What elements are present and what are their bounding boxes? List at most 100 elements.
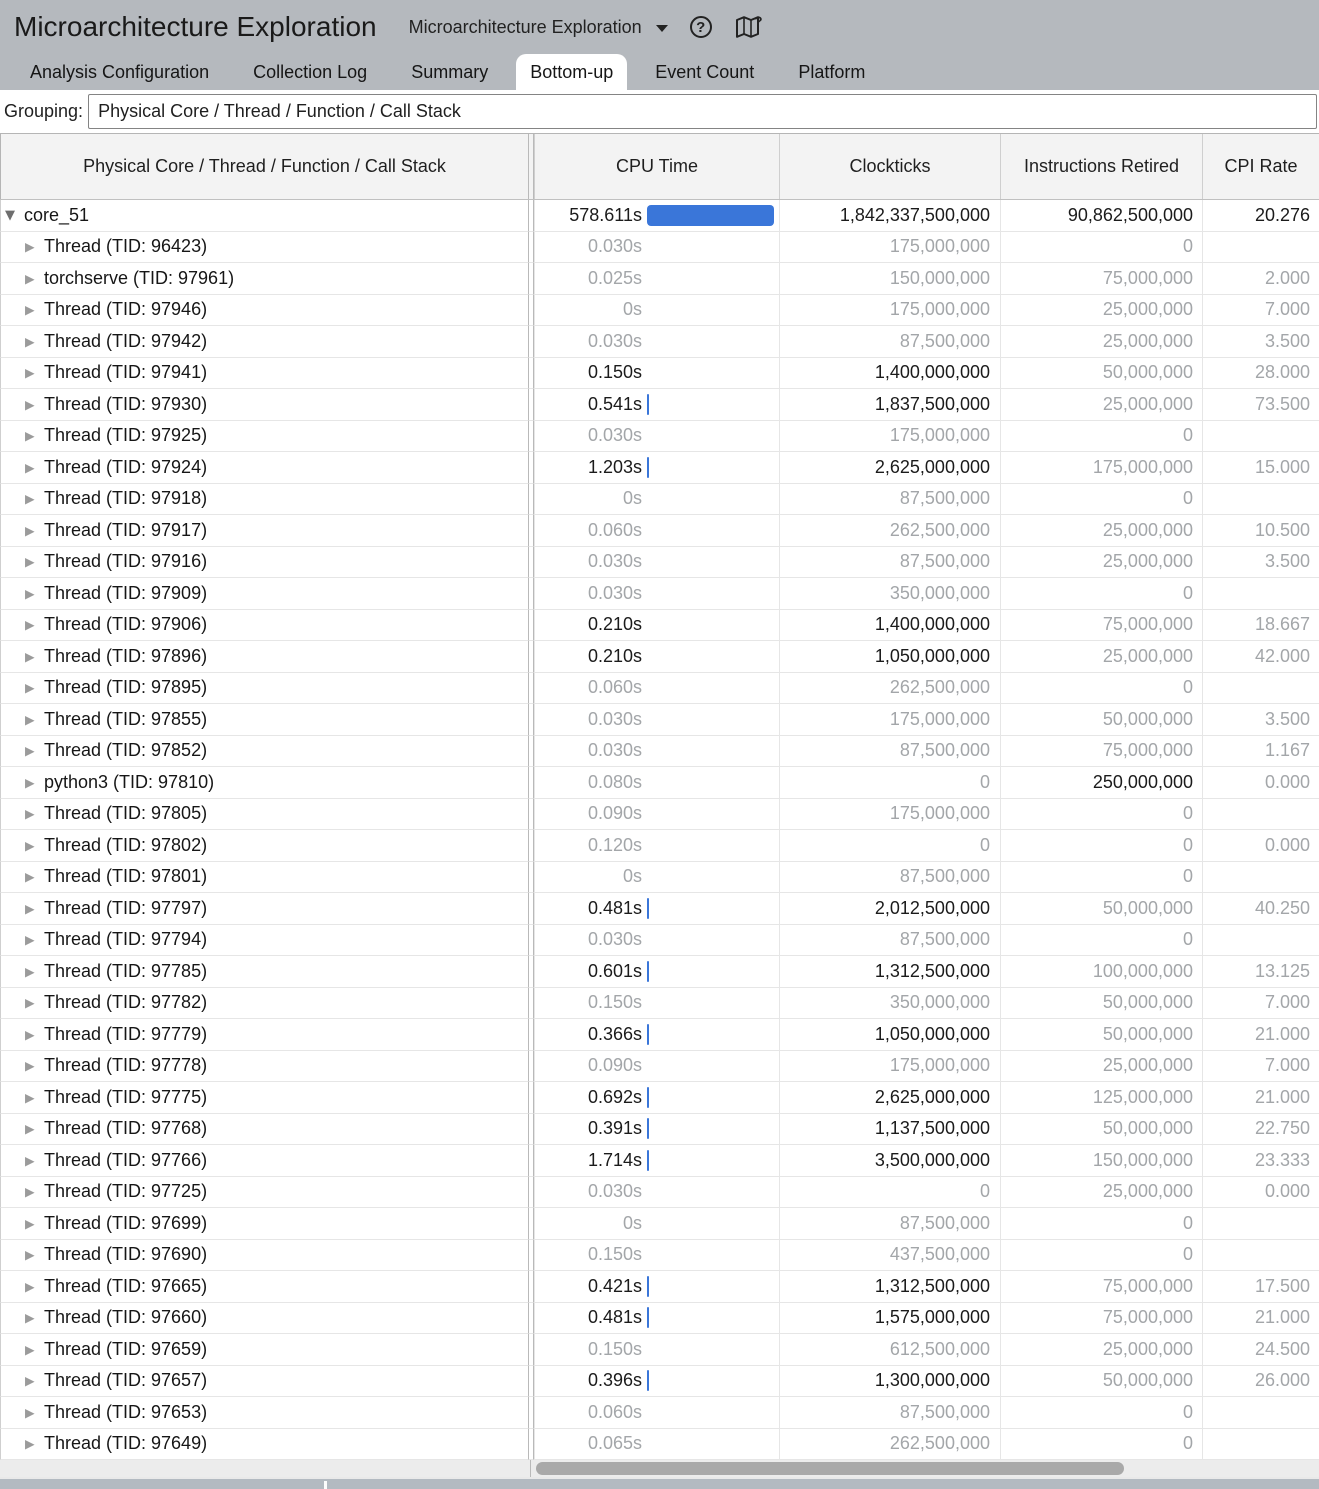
table-row[interactable]: ▶ Thread (TID: 97660) 0.481s 1,575,000,0…: [0, 1302, 1319, 1334]
table-row[interactable]: ▶ Thread (TID: 97852) 0.030s 87,500,000 …: [0, 735, 1319, 767]
table-row[interactable]: ▶ Thread (TID: 97782) 0.150s 350,000,000…: [0, 987, 1319, 1019]
expander-icon[interactable]: ▶: [25, 1153, 44, 1168]
table-row[interactable]: ▶ Thread (TID: 97925) 0.030s 175,000,000…: [0, 420, 1319, 452]
table-row[interactable]: ▶ Thread (TID: 97775) 0.692s 2,625,000,0…: [0, 1082, 1319, 1114]
row-name-cell[interactable]: ▶ Thread (TID: 97794): [0, 924, 528, 956]
row-name-cell[interactable]: ▶ Thread (TID: 97766): [0, 1145, 528, 1177]
expander-icon[interactable]: ▶: [25, 1436, 44, 1451]
column-header-grouping[interactable]: Physical Core / Thread / Function / Call…: [0, 134, 528, 199]
expander-icon[interactable]: ▶: [25, 1310, 44, 1325]
table-row[interactable]: ▶ Thread (TID: 97665) 0.421s 1,312,500,0…: [0, 1271, 1319, 1303]
expander-icon[interactable]: ▶: [25, 491, 44, 506]
row-name-cell[interactable]: ▶ Thread (TID: 97690): [0, 1239, 528, 1271]
table-row[interactable]: ▶ Thread (TID: 97785) 0.601s 1,312,500,0…: [0, 956, 1319, 988]
row-name-cell[interactable]: ▶ Thread (TID: 97801): [0, 861, 528, 893]
row-name-cell[interactable]: ▶ Thread (TID: 97946): [0, 294, 528, 326]
expander-icon[interactable]: ▶: [25, 1090, 44, 1105]
expander-icon[interactable]: ▼: [5, 208, 24, 223]
grouping-select[interactable]: Physical Core / Thread / Function / Call…: [88, 94, 1317, 129]
expander-icon[interactable]: ▶: [25, 617, 44, 632]
expander-icon[interactable]: ▶: [25, 964, 44, 979]
row-name-cell[interactable]: ▶ Thread (TID: 97659): [0, 1334, 528, 1366]
table-row[interactable]: ▶ Thread (TID: 97794) 0.030s 87,500,000 …: [0, 924, 1319, 956]
expander-icon[interactable]: ▶: [25, 1373, 44, 1388]
table-row[interactable]: ▶ Thread (TID: 97653) 0.060s 87,500,000 …: [0, 1397, 1319, 1429]
tab-analysis-configuration[interactable]: Analysis Configuration: [22, 54, 217, 90]
table-row[interactable]: ▶ Thread (TID: 97895) 0.060s 262,500,000…: [0, 672, 1319, 704]
analysis-type-dropdown[interactable]: Microarchitecture Exploration: [409, 17, 668, 38]
table-row[interactable]: ▼ core_51 578.611s 1,842,337,500,000 90,…: [0, 200, 1319, 232]
row-name-cell[interactable]: ▶ torchserve (TID: 97961): [0, 263, 528, 295]
expander-icon[interactable]: ▶: [25, 554, 44, 569]
row-name-cell[interactable]: ▶ Thread (TID: 97785): [0, 956, 528, 988]
table-row[interactable]: ▶ Thread (TID: 97855) 0.030s 175,000,000…: [0, 704, 1319, 736]
horizontal-scrollbar-thumb[interactable]: [536, 1462, 1124, 1475]
table-row[interactable]: ▶ Thread (TID: 97942) 0.030s 87,500,000 …: [0, 326, 1319, 358]
tab-bottom-up[interactable]: Bottom-up: [516, 54, 628, 90]
table-row[interactable]: ▶ Thread (TID: 97699) 0s 87,500,000 0: [0, 1208, 1319, 1240]
row-name-cell[interactable]: ▶ Thread (TID: 97775): [0, 1082, 528, 1114]
row-name-cell[interactable]: ▶ Thread (TID: 97941): [0, 357, 528, 389]
table-row[interactable]: ▶ Thread (TID: 97725) 0.030s 0 25,000,00…: [0, 1176, 1319, 1208]
row-name-cell[interactable]: ▶ Thread (TID: 97916): [0, 546, 528, 578]
column-header-clockticks[interactable]: Clockticks: [779, 134, 1000, 199]
row-name-cell[interactable]: ▶ Thread (TID: 97649): [0, 1428, 528, 1460]
row-name-cell[interactable]: ▶ Thread (TID: 96423): [0, 231, 528, 263]
expander-icon[interactable]: ▶: [25, 838, 44, 853]
expander-icon[interactable]: ▶: [25, 1058, 44, 1073]
expander-icon[interactable]: ▶: [25, 869, 44, 884]
expander-icon[interactable]: ▶: [25, 1121, 44, 1136]
expander-icon[interactable]: ▶: [25, 334, 44, 349]
expander-icon[interactable]: ▶: [25, 1216, 44, 1231]
table-row[interactable]: ▶ Thread (TID: 97657) 0.396s 1,300,000,0…: [0, 1365, 1319, 1397]
table-row[interactable]: ▶ Thread (TID: 97797) 0.481s 2,012,500,0…: [0, 893, 1319, 925]
table-row[interactable]: ▶ Thread (TID: 97946) 0s 175,000,000 25,…: [0, 294, 1319, 326]
row-name-cell[interactable]: ▶ Thread (TID: 97653): [0, 1397, 528, 1429]
expander-icon[interactable]: ▶: [25, 523, 44, 538]
table-row[interactable]: ▶ Thread (TID: 97906) 0.210s 1,400,000,0…: [0, 609, 1319, 641]
row-name-cell[interactable]: ▶ Thread (TID: 97855): [0, 704, 528, 736]
table-row[interactable]: ▶ Thread (TID: 97930) 0.541s 1,837,500,0…: [0, 389, 1319, 421]
help-button[interactable]: ?: [689, 16, 712, 38]
table-row[interactable]: ▶ Thread (TID: 97801) 0s 87,500,000 0: [0, 861, 1319, 893]
user-guide-button[interactable]: ?: [734, 14, 764, 40]
table-row[interactable]: ▶ Thread (TID: 97896) 0.210s 1,050,000,0…: [0, 641, 1319, 673]
expander-icon[interactable]: ▶: [25, 365, 44, 380]
row-name-cell[interactable]: ▶ Thread (TID: 97725): [0, 1176, 528, 1208]
table-row[interactable]: ▶ Thread (TID: 97917) 0.060s 262,500,000…: [0, 515, 1319, 547]
row-name-cell[interactable]: ▶ Thread (TID: 97852): [0, 735, 528, 767]
table-row[interactable]: ▶ Thread (TID: 97805) 0.090s 175,000,000…: [0, 798, 1319, 830]
table-row[interactable]: ▶ Thread (TID: 97766) 1.714s 3,500,000,0…: [0, 1145, 1319, 1177]
expander-icon[interactable]: ▶: [25, 743, 44, 758]
table-row[interactable]: ▶ Thread (TID: 97916) 0.030s 87,500,000 …: [0, 546, 1319, 578]
table-row[interactable]: ▶ Thread (TID: 97690) 0.150s 437,500,000…: [0, 1239, 1319, 1271]
expander-icon[interactable]: ▶: [25, 428, 44, 443]
row-name-cell[interactable]: ▶ python3 (TID: 97810): [0, 767, 528, 799]
table-row[interactable]: ▶ Thread (TID: 97659) 0.150s 612,500,000…: [0, 1334, 1319, 1366]
row-name-cell[interactable]: ▶ Thread (TID: 97802): [0, 830, 528, 862]
expander-icon[interactable]: ▶: [25, 586, 44, 601]
table-row[interactable]: ▶ Thread (TID: 96423) 0.030s 175,000,000…: [0, 231, 1319, 263]
row-name-cell[interactable]: ▶ Thread (TID: 97895): [0, 672, 528, 704]
expander-icon[interactable]: ▶: [25, 932, 44, 947]
row-name-cell[interactable]: ▶ Thread (TID: 97924): [0, 452, 528, 484]
row-name-cell[interactable]: ▶ Thread (TID: 97918): [0, 483, 528, 515]
expander-icon[interactable]: ▶: [25, 1279, 44, 1294]
expander-icon[interactable]: ▶: [25, 680, 44, 695]
row-name-cell[interactable]: ▶ Thread (TID: 97699): [0, 1208, 528, 1240]
expander-icon[interactable]: ▶: [25, 460, 44, 475]
expander-icon[interactable]: ▶: [25, 1247, 44, 1262]
column-header-instructions-retired[interactable]: Instructions Retired: [1000, 134, 1202, 199]
table-row[interactable]: ▶ Thread (TID: 97802) 0.120s 0 0 0.000: [0, 830, 1319, 862]
row-name-cell[interactable]: ▶ Thread (TID: 97660): [0, 1302, 528, 1334]
table-row[interactable]: ▶ python3 (TID: 97810) 0.080s 0 250,000,…: [0, 767, 1319, 799]
expander-icon[interactable]: ▶: [25, 302, 44, 317]
expander-icon[interactable]: ▶: [25, 1405, 44, 1420]
expander-icon[interactable]: ▶: [25, 995, 44, 1010]
row-name-cell[interactable]: ▶ Thread (TID: 97768): [0, 1113, 528, 1145]
row-name-cell[interactable]: ▶ Thread (TID: 97896): [0, 641, 528, 673]
expander-icon[interactable]: ▶: [25, 775, 44, 790]
row-name-cell[interactable]: ▶ Thread (TID: 97930): [0, 389, 528, 421]
table-row[interactable]: ▶ Thread (TID: 97941) 0.150s 1,400,000,0…: [0, 357, 1319, 389]
expander-icon[interactable]: ▶: [25, 712, 44, 727]
